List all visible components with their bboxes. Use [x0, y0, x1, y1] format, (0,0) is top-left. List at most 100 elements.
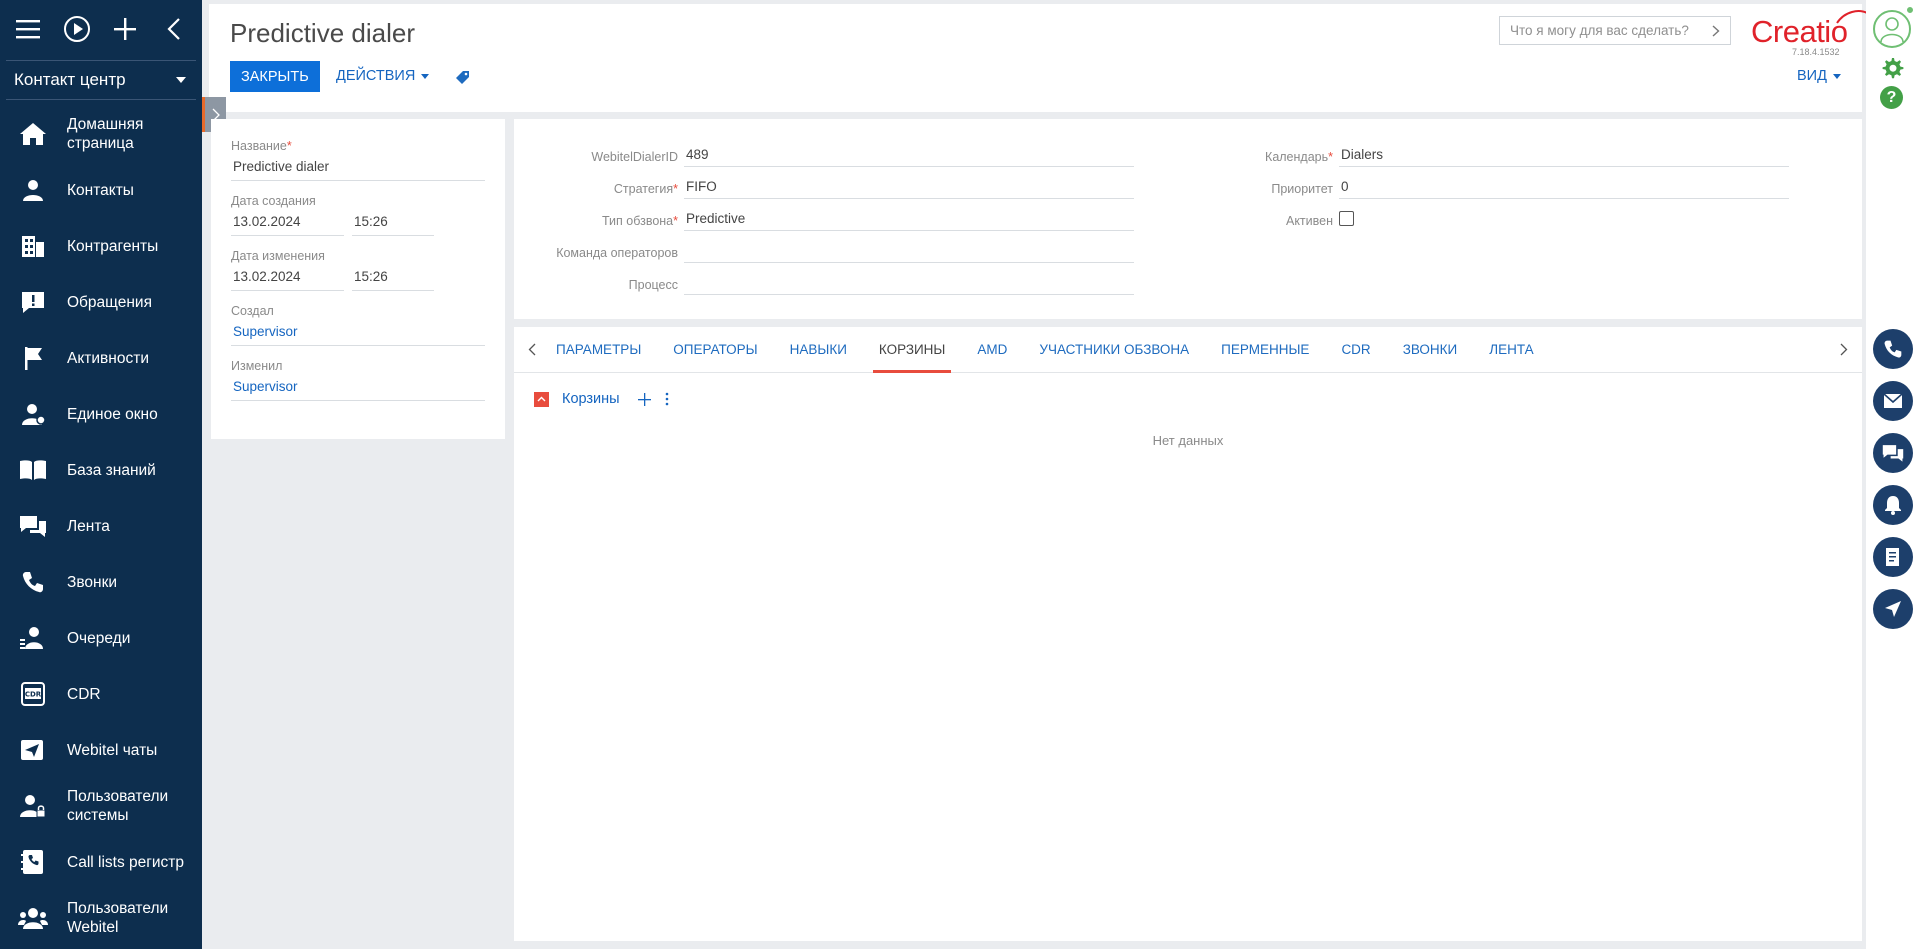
- active-checkbox[interactable]: [1339, 211, 1354, 226]
- svg-text:CDR: CDR: [25, 691, 42, 699]
- chats-button[interactable]: [1873, 433, 1913, 473]
- sidebar-item-label: Контрагенты: [67, 237, 159, 255]
- documents-button[interactable]: [1873, 537, 1913, 577]
- tab-amd[interactable]: AMD: [971, 327, 1013, 373]
- calendar-field[interactable]: Dialers: [1339, 141, 1789, 167]
- sidebar-item-accounts[interactable]: Контрагенты: [0, 218, 202, 274]
- tab-parameters[interactable]: ПАРАМЕТРЫ: [550, 327, 647, 373]
- right-communication-panel: ?: [1866, 0, 1917, 949]
- creatio-logo: Creatio: [1751, 10, 1868, 50]
- tab-variables[interactable]: ПЕРМЕННЫЕ: [1215, 327, 1315, 373]
- sidebar-item-single-window[interactable]: Единое окно: [0, 386, 202, 442]
- help-question-icon[interactable]: ?: [1880, 86, 1903, 109]
- tab-participants[interactable]: УЧАСТНИКИ ОБЗВОНА: [1033, 327, 1195, 373]
- tab-baskets[interactable]: КОРЗИНЫ: [872, 327, 952, 373]
- sidebar-item-home[interactable]: Домашняя страница: [0, 106, 202, 162]
- sidebar-item-contacts[interactable]: Контакты: [0, 162, 202, 218]
- dialer-id-field[interactable]: 489: [684, 141, 1134, 167]
- field-row-active: Активен: [1169, 203, 1354, 231]
- created-datetime: 13.02.2024 15:26: [231, 214, 505, 249]
- field-row-dialer-id: WebitelDialerID 489: [514, 139, 1134, 167]
- tab-bar: ПАРАМЕТРЫ ОПЕРАТОРЫ НАВЫКИ КОРЗИНЫ AMD У…: [514, 327, 1862, 373]
- email-button[interactable]: [1873, 381, 1913, 421]
- sidebar-item-knowledge-base[interactable]: База знаний: [0, 442, 202, 498]
- name-field[interactable]: Predictive dialer: [231, 159, 485, 181]
- tabs-scroll-right[interactable]: [1826, 327, 1862, 373]
- tabs-scroll-left[interactable]: [514, 327, 550, 373]
- chevron-down-icon: [176, 77, 186, 83]
- dial-type-field[interactable]: Predictive: [684, 205, 1134, 231]
- page-header: Predictive dialer ЗАКРЫТЬ ДЕЙСТВИЯ Creat…: [209, 4, 1868, 112]
- logo-text: Creatio: [1751, 14, 1848, 49]
- command-search[interactable]: [1499, 16, 1731, 45]
- chevron-up-icon: [537, 396, 546, 402]
- detail-panel: ПАРАМЕТРЫ ОПЕРАТОРЫ НАВЫКИ КОРЗИНЫ AMD У…: [514, 327, 1862, 941]
- vertical-dots-icon: [665, 392, 668, 406]
- logo-swoosh-icon: [1836, 10, 1868, 24]
- tab-cdr[interactable]: CDR: [1335, 327, 1376, 373]
- close-button[interactable]: ЗАКРЫТЬ: [230, 61, 320, 92]
- user-avatar-icon: [1880, 17, 1904, 43]
- collapse-detail-toggle[interactable]: [534, 391, 549, 407]
- modified-by-link[interactable]: Supervisor: [231, 379, 485, 401]
- priority-label: Приоритет: [1271, 182, 1333, 196]
- tab-feed[interactable]: ЛЕНТА: [1483, 327, 1539, 373]
- send-message-button[interactable]: [1873, 589, 1913, 629]
- command-search-input[interactable]: [1510, 23, 1700, 38]
- notifications-button[interactable]: [1873, 485, 1913, 525]
- sidebar-item-label: Лента: [67, 517, 110, 535]
- detail-title[interactable]: Корзины: [562, 391, 620, 407]
- dial-type-label: Тип обзвона*: [601, 214, 678, 228]
- strategy-field[interactable]: FIFO: [684, 173, 1134, 199]
- collapse-sidebar-icon[interactable]: [155, 10, 193, 48]
- sidebar-item-calls[interactable]: Звонки: [0, 554, 202, 610]
- sidebar-item-webitel-users[interactable]: Пользователи Webitel: [0, 890, 202, 946]
- cdr-icon: CDR: [18, 679, 48, 709]
- play-process-icon[interactable]: [58, 10, 96, 48]
- tab-operators[interactable]: ОПЕРАТОРЫ: [667, 327, 763, 373]
- strategy-label-text: Стратегия: [613, 182, 674, 196]
- tab-calls[interactable]: ЗВОНКИ: [1397, 327, 1464, 373]
- detail-header: Корзины: [534, 391, 683, 407]
- settings-gear-icon[interactable]: [1880, 56, 1904, 85]
- home-icon: [18, 119, 48, 149]
- name-label: Название*: [231, 139, 292, 153]
- sidebar-item-activities[interactable]: Активности: [0, 330, 202, 386]
- more-options-button[interactable]: [665, 392, 669, 406]
- user-profile-avatar[interactable]: [1873, 10, 1911, 48]
- hamburger-menu-icon[interactable]: [9, 10, 47, 48]
- queue-icon: [18, 623, 48, 653]
- sidebar-item-call-lists[interactable]: Call lists регистр: [0, 834, 202, 890]
- sidebar-item-cdr[interactable]: CDR CDR: [0, 666, 202, 722]
- add-record-button[interactable]: [637, 392, 651, 406]
- sidebar-item-label: Обращения: [67, 293, 152, 311]
- team-field[interactable]: [684, 237, 1134, 263]
- sidebar-item-cases[interactable]: Обращения: [0, 274, 202, 330]
- created-time-field[interactable]: 15:26: [352, 214, 434, 236]
- actions-dropdown[interactable]: ДЕЙСТВИЯ: [336, 68, 430, 84]
- left-sidebar: Контакт центр Домашняя страница Контакты…: [0, 0, 202, 949]
- created-by-link[interactable]: Supervisor: [231, 324, 485, 346]
- add-plus-icon[interactable]: [106, 10, 144, 48]
- field-row-priority: Приоритет 0: [1169, 171, 1789, 199]
- created-date-field[interactable]: 13.02.2024: [231, 214, 344, 236]
- modified-time-field[interactable]: 15:26: [352, 269, 434, 291]
- sidebar-item-webitel-chats[interactable]: Webitel чаты: [0, 722, 202, 778]
- tag-icon[interactable]: [455, 70, 470, 90]
- record-info-panel: Название* Predictive dialer Дата создани…: [211, 119, 505, 439]
- priority-field[interactable]: 0: [1339, 173, 1789, 199]
- workspace-selector[interactable]: Контакт центр: [6, 60, 196, 100]
- phone-call-button[interactable]: [1873, 329, 1913, 369]
- field-row-calendar: Календарь* Dialers: [1169, 139, 1789, 167]
- sidebar-item-system-users[interactable]: Пользователи системы: [0, 778, 202, 834]
- view-label: ВИД: [1797, 68, 1827, 84]
- modified-date-field[interactable]: 13.02.2024: [231, 269, 344, 291]
- sidebar-item-feed[interactable]: Лента: [0, 498, 202, 554]
- sidebar-item-label: Домашняя страница: [67, 116, 144, 152]
- view-dropdown[interactable]: ВИД: [1797, 68, 1841, 84]
- process-field[interactable]: [684, 269, 1134, 295]
- sidebar-item-queues[interactable]: Очереди: [0, 610, 202, 666]
- tab-skills[interactable]: НАВЫКИ: [784, 327, 853, 373]
- sidebar-item-label: Пользователи системы: [67, 788, 169, 824]
- chevron-right-icon[interactable]: [1712, 24, 1720, 37]
